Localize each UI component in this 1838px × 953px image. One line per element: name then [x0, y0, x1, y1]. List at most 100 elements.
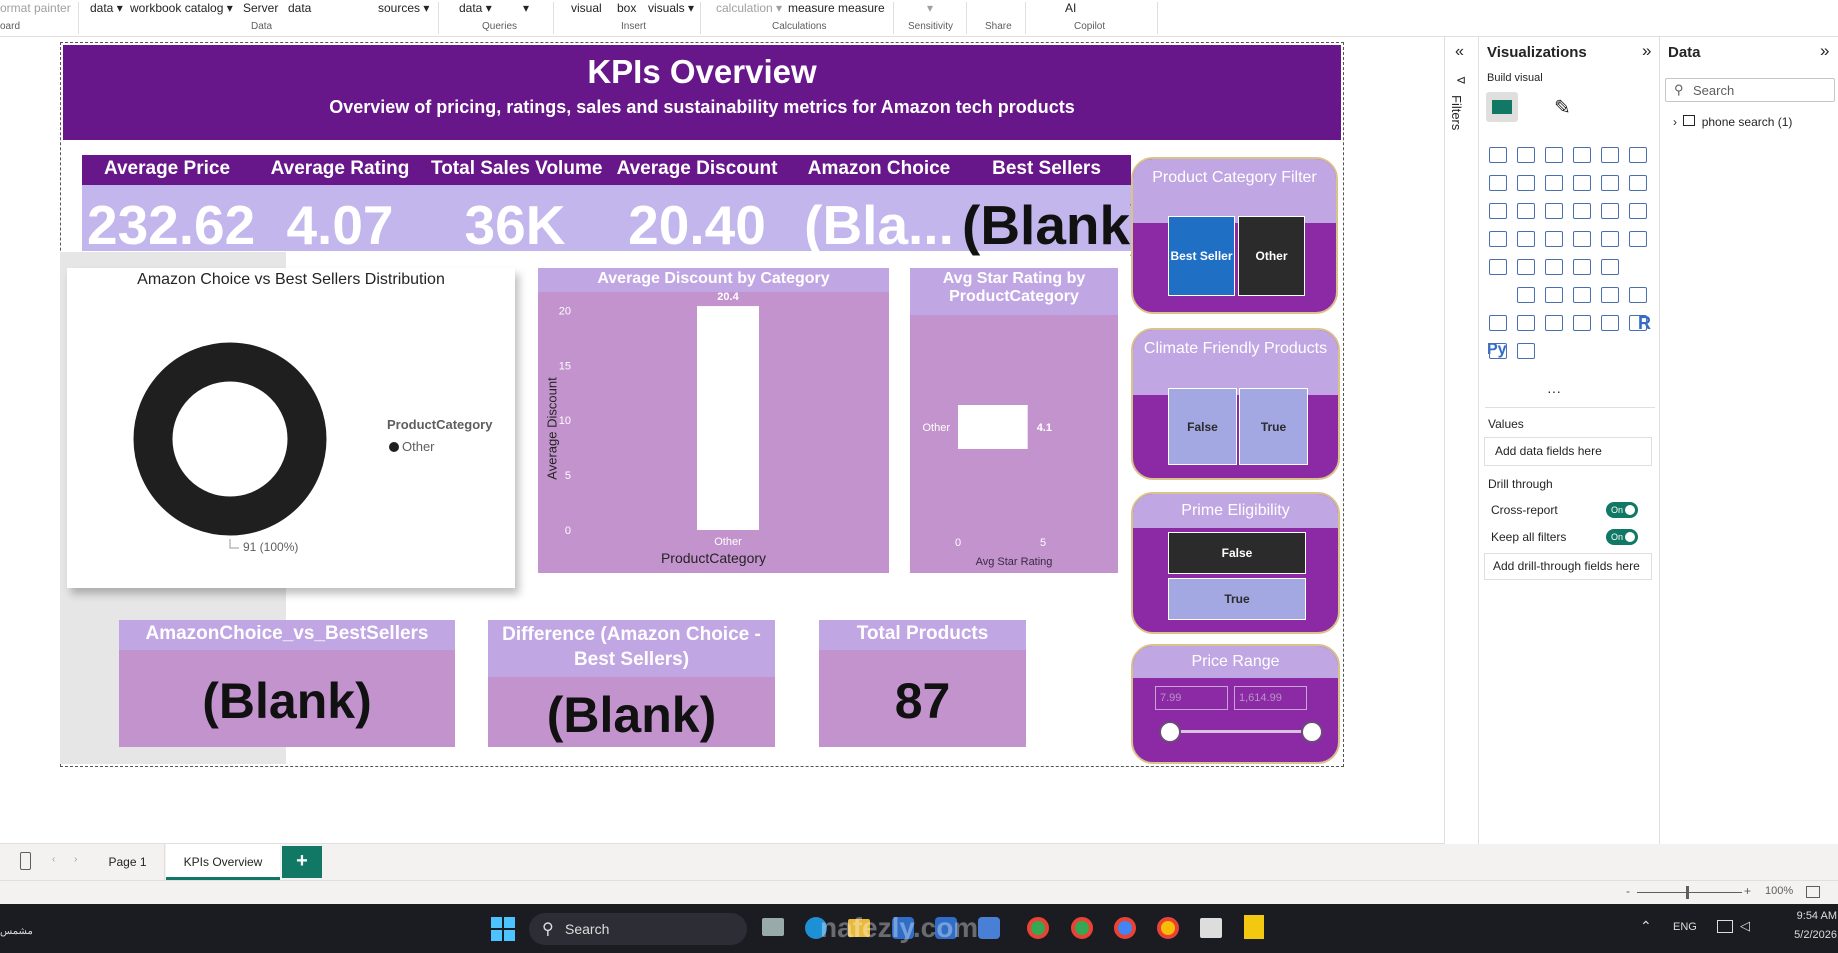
task-view-icon[interactable]	[762, 918, 784, 936]
new-measure-button[interactable]: measure measure	[788, 1, 885, 15]
zoom-in-button[interactable]: +	[1744, 884, 1751, 898]
visual-type-icon[interactable]	[1601, 231, 1619, 247]
visual-type-icon[interactable]	[1573, 175, 1591, 191]
product-category-slicer[interactable]: Product Category Filter Best Seller Othe…	[1131, 157, 1338, 314]
transform-data-button[interactable]: data ▾	[459, 1, 492, 15]
clock-date[interactable]: 5/2/2026	[1765, 929, 1837, 941]
slicer-option-true[interactable]: True	[1239, 388, 1308, 465]
show-hidden-icons-icon[interactable]: ⌃	[1640, 918, 1652, 935]
visual-type-icon[interactable]	[1489, 147, 1507, 163]
visual-type-icon[interactable]	[1545, 203, 1563, 219]
mobile-layout-icon[interactable]	[20, 852, 31, 870]
refresh-chevron-icon[interactable]: ▾	[523, 1, 529, 15]
visual-type-icon[interactable]	[1573, 203, 1591, 219]
chrome-icon[interactable]	[1027, 917, 1049, 939]
visual-type-icon[interactable]	[1601, 259, 1619, 275]
visual-type-icon[interactable]	[1629, 315, 1647, 331]
format-visual-icon[interactable]: ✎	[1554, 95, 1571, 120]
kpi-value-average-price[interactable]: 232.62	[87, 193, 255, 257]
expand-filters-icon[interactable]: «	[1455, 43, 1464, 61]
visual-type-icon[interactable]	[1573, 287, 1591, 303]
visual-type-icon[interactable]	[1517, 259, 1535, 275]
power-bi-icon[interactable]	[1244, 915, 1264, 939]
price-max-input[interactable]: 1,614.99	[1234, 686, 1307, 710]
visual-type-icon[interactable]	[1629, 203, 1647, 219]
visual-type-icon[interactable]	[1573, 259, 1591, 275]
slicer-option-other[interactable]: Other	[1238, 216, 1305, 296]
next-page-icon[interactable]: ›	[74, 854, 77, 865]
text-box-button[interactable]: box	[617, 1, 636, 15]
copilot-button[interactable]: AI	[1065, 1, 1076, 15]
visual-type-icon[interactable]	[1517, 343, 1535, 359]
visual-type-icon[interactable]	[1517, 147, 1535, 163]
visual-type-icon[interactable]	[1489, 315, 1507, 331]
visual-type-icon[interactable]	[1629, 147, 1647, 163]
chrome-icon[interactable]	[1114, 917, 1136, 939]
amazonchoice-vs-bestsellers-card[interactable]: AmazonChoice_vs_BestSellers (Blank)	[119, 620, 455, 747]
zoom-out-button[interactable]: -	[1626, 884, 1630, 898]
more-visuals-button[interactable]: visuals ▾	[648, 1, 694, 15]
slicer-option-best-seller[interactable]: Best Seller	[1168, 216, 1235, 296]
visual-type-icon[interactable]	[1573, 315, 1591, 331]
visual-type-icon[interactable]	[1601, 287, 1619, 303]
bar-other[interactable]	[697, 306, 759, 530]
new-visual-button[interactable]: visual	[571, 1, 602, 15]
slicer-option-false[interactable]: False	[1168, 532, 1306, 574]
taskbar-search-box[interactable]: ⚲ Search	[529, 913, 747, 945]
app-icon[interactable]	[1200, 918, 1222, 938]
chrome-icon[interactable]	[1071, 917, 1093, 939]
kpi-value-total-sales-volume[interactable]: 36K	[431, 193, 599, 257]
visual-type-icon[interactable]	[1601, 203, 1619, 219]
visual-type-icon[interactable]	[1629, 287, 1647, 303]
visual-type-icon[interactable]	[1517, 287, 1535, 303]
zoom-level[interactable]: 100%	[1765, 885, 1793, 897]
visual-type-icon[interactable]	[1629, 175, 1647, 191]
keep-all-filters-toggle[interactable]: On	[1606, 529, 1638, 545]
visual-type-icon[interactable]	[1517, 315, 1535, 331]
values-drop-zone[interactable]: Add data fields here	[1484, 437, 1652, 466]
more-visuals-icon[interactable]: ···	[1547, 383, 1561, 399]
rating-bar-chart-visual[interactable]: Avg Star Rating by ProductCategory 4.1 Ot…	[910, 268, 1118, 573]
bar-other[interactable]	[958, 405, 1028, 449]
slicer-option-true[interactable]: True	[1168, 578, 1306, 620]
chevron-right-icon[interactable]: ›	[1673, 115, 1677, 129]
visual-type-icon[interactable]	[1601, 315, 1619, 331]
zoom-slider-track[interactable]	[1637, 892, 1742, 893]
slicer-option-false[interactable]: False	[1168, 388, 1237, 465]
visual-type-icon[interactable]	[1545, 175, 1563, 191]
network-icon[interactable]	[1717, 920, 1733, 933]
donut-slice-other[interactable]	[133, 342, 327, 536]
discount-bar-chart-visual[interactable]: Average Discount by Category 0 5 10 15 20 20.…	[538, 268, 889, 573]
price-range-slicer[interactable]: Price Range 7.99 1,614.99	[1131, 644, 1340, 764]
visual-type-icon[interactable]	[1573, 147, 1591, 163]
donut-chart-visual[interactable]: Amazon Choice vs Best Sellers Distributi…	[67, 268, 515, 588]
price-max-handle[interactable]	[1301, 721, 1323, 743]
climate-friendly-slicer[interactable]: Climate Friendly Products False True	[1131, 328, 1340, 480]
prime-eligibility-slicer[interactable]: Prime Eligibility False True	[1131, 492, 1340, 634]
clock-time[interactable]: 9:54 AM	[1765, 910, 1837, 922]
visual-type-icon[interactable]	[1517, 231, 1535, 247]
add-page-button[interactable]: +	[282, 846, 322, 878]
visual-type-icon[interactable]	[1629, 231, 1647, 247]
format-painter-button[interactable]: ormat painter	[0, 1, 71, 15]
visual-type-icon[interactable]	[1517, 203, 1535, 219]
drill-through-drop-zone[interactable]: Add drill-through fields here	[1484, 553, 1652, 580]
filters-label[interactable]: Filters	[1449, 95, 1464, 130]
previous-page-icon[interactable]: ‹	[52, 854, 55, 865]
visual-type-icon[interactable]	[1545, 315, 1563, 331]
kpi-value-amazon-choice[interactable]: (Bla...	[794, 193, 964, 257]
app-icon[interactable]	[978, 917, 1000, 939]
get-data-button[interactable]: data ▾	[90, 1, 123, 15]
workbook-catalog-button[interactable]: workbook catalog ▾	[130, 1, 233, 15]
visual-type-icon[interactable]	[1545, 259, 1563, 275]
kpi-value-average-discount[interactable]: 20.40	[612, 193, 782, 257]
zoom-slider-thumb[interactable]	[1686, 886, 1689, 899]
visual-type-icon[interactable]	[1489, 343, 1507, 359]
build-visual-tab[interactable]	[1486, 92, 1518, 122]
filters-pane-collapsed[interactable]: « ⊲ Filters	[1444, 37, 1478, 844]
visual-type-icon[interactable]	[1489, 259, 1507, 275]
tab-kpis-overview[interactable]: KPIs Overview	[166, 844, 280, 880]
data-search-box[interactable]: ⚲ Search	[1665, 78, 1835, 102]
price-min-input[interactable]: 7.99	[1155, 686, 1228, 710]
kpi-value-best-sellers[interactable]: (Blank)	[962, 193, 1148, 257]
